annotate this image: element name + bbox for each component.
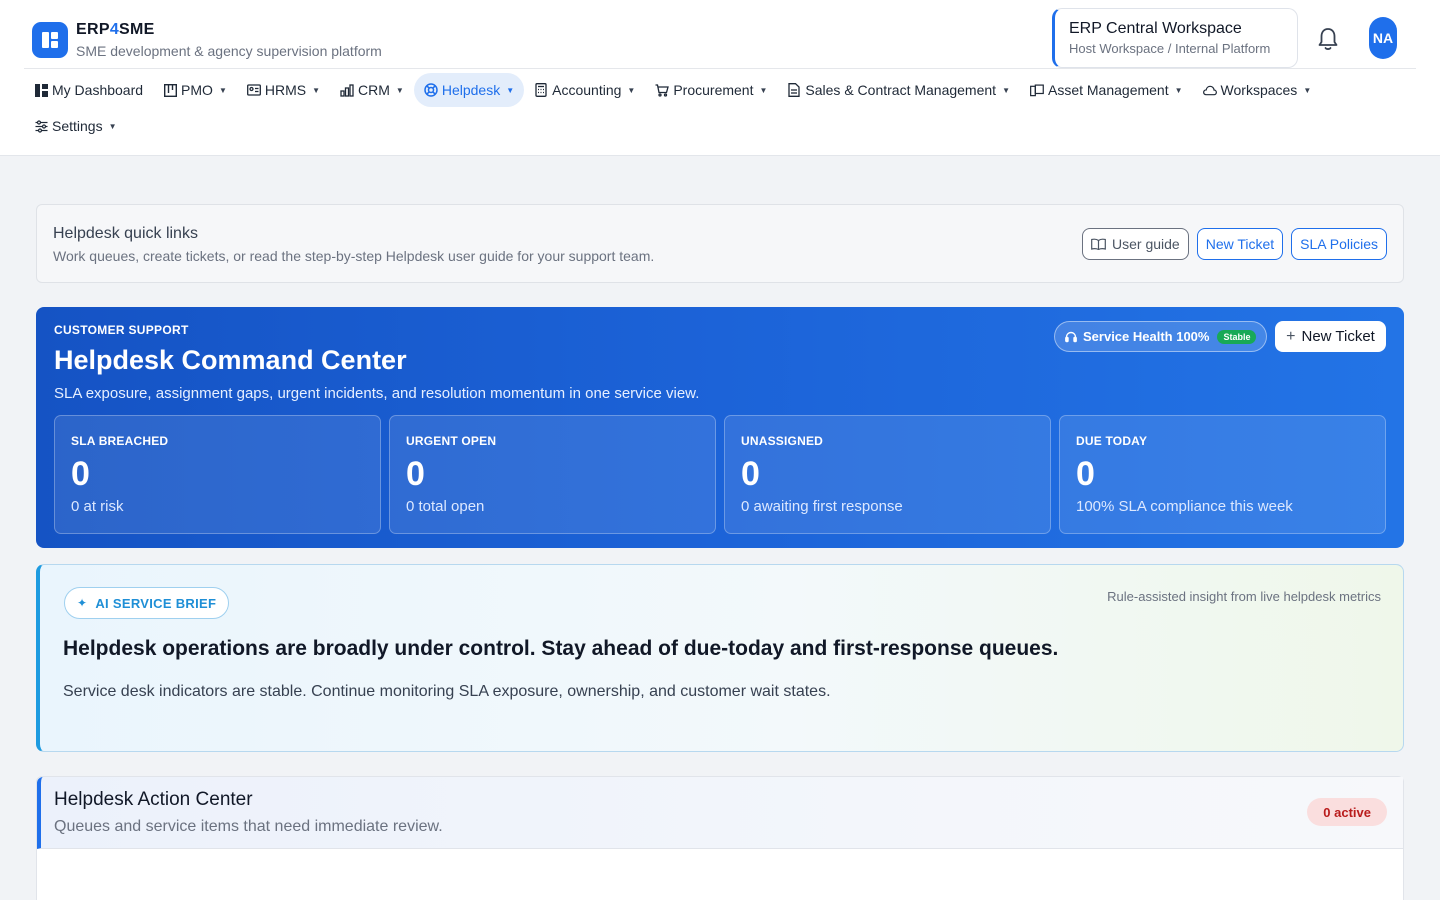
ai-brief-text: Service desk indicators are stable. Cont…: [63, 683, 831, 700]
user-avatar[interactable]: NA: [1369, 17, 1397, 59]
nav-item-hrms[interactable]: HRMS ▼: [237, 73, 330, 107]
action-center-subtitle: Queues and service items that need immed…: [54, 818, 443, 835]
action-center-title: Helpdesk Action Center: [54, 789, 253, 810]
lifebuoy-icon: [424, 83, 438, 97]
plus-icon: +: [1286, 327, 1296, 345]
workspace-switcher[interactable]: ERP Central Workspace Host Workspace / I…: [1052, 8, 1298, 68]
nav-item-accounting[interactable]: Accounting ▼: [524, 73, 645, 107]
kanban-icon: [163, 83, 177, 97]
headset-icon: [1065, 331, 1077, 343]
chevron-down-icon: ▼: [395, 85, 404, 95]
sla-policies-button[interactable]: SLA Policies: [1291, 228, 1387, 260]
command-center-title: Helpdesk Command Center: [54, 345, 407, 375]
user-guide-button[interactable]: User guide: [1082, 228, 1189, 260]
kpi-unassigned[interactable]: UNASSIGNED 0 0 awaiting first response: [724, 415, 1051, 534]
active-count-badge: 0 active: [1307, 798, 1387, 826]
service-health-label: Service Health 100%: [1083, 329, 1210, 344]
quick-new-ticket-button[interactable]: New Ticket: [1196, 228, 1284, 260]
nav-item-pmo[interactable]: PMO ▼: [153, 73, 237, 107]
header-divider: [24, 68, 1416, 69]
brand-name: ERP4SME: [76, 21, 155, 38]
book-icon: [1091, 238, 1106, 250]
dashboard-icon: [34, 83, 48, 97]
workspace-title: ERP Central Workspace: [1069, 20, 1242, 37]
sparkle-icon: ✦: [77, 596, 88, 610]
new-ticket-button[interactable]: + New Ticket: [1275, 321, 1386, 352]
action-center-header: Helpdesk Action Center Queues and servic…: [37, 777, 1403, 849]
main-nav: My Dashboard PMO ▼ HRMS ▼ CRM ▼ Helpdesk…: [24, 72, 1424, 144]
chevron-down-icon: ▼: [1303, 85, 1312, 95]
nav-item-settings[interactable]: Settings ▼: [24, 109, 127, 143]
chevron-down-icon: ▼: [218, 85, 227, 95]
helpdesk-action-center: Helpdesk Action Center Queues and servic…: [36, 776, 1404, 900]
devices-icon: [1030, 83, 1044, 97]
nav-item-asset-management[interactable]: Asset Management ▼: [1020, 73, 1193, 107]
chevron-down-icon: ▼: [1174, 85, 1183, 95]
nav-item-workspaces[interactable]: Workspaces ▼: [1193, 73, 1322, 107]
command-center-eyebrow: CUSTOMER SUPPORT: [54, 323, 189, 337]
ai-service-brief-chip: ✦ AI SERVICE BRIEF: [64, 587, 230, 619]
brand[interactable]: ERP4SME SME development & agency supervi…: [32, 20, 382, 60]
ai-brief-headline: Helpdesk operations are broadly under co…: [63, 637, 1059, 660]
workspace-subtitle: Host Workspace / Internal Platform: [1069, 41, 1271, 56]
kpi-due-today[interactable]: DUE TODAY 0 100% SLA compliance this wee…: [1059, 415, 1386, 534]
notification-bell-icon[interactable]: [1316, 26, 1340, 52]
ai-service-brief: ✦ AI SERVICE BRIEF Rule-assisted insight…: [36, 564, 1404, 752]
document-icon: [787, 83, 801, 97]
nav-item-helpdesk[interactable]: Helpdesk ▼: [413, 73, 525, 107]
chevron-down-icon: ▼: [627, 85, 636, 95]
nav-item-procurement[interactable]: Procurement ▼: [645, 73, 777, 107]
cart-icon: [655, 83, 670, 97]
stable-status-badge: Stable: [1217, 329, 1257, 344]
nav-item-sales-contract[interactable]: Sales & Contract Management ▼: [777, 73, 1020, 107]
calculator-icon: [534, 83, 548, 97]
brand-subtitle: SME development & agency supervision pla…: [76, 43, 382, 59]
quick-links-title: Helpdesk quick links: [53, 225, 198, 242]
helpdesk-quick-links: Helpdesk quick links Work queues, create…: [36, 204, 1404, 283]
nav-item-crm[interactable]: CRM ▼: [330, 73, 414, 107]
chevron-down-icon: ▼: [1002, 85, 1010, 95]
cloud-icon: [1202, 83, 1217, 97]
command-center-subtitle: SLA exposure, assignment gaps, urgent in…: [54, 385, 700, 402]
bar-chart-icon: [340, 83, 354, 97]
helpdesk-command-center: CUSTOMER SUPPORT Helpdesk Command Center…: [36, 307, 1404, 548]
quick-links-subtitle: Work queues, create tickets, or read the…: [53, 248, 655, 264]
brand-logo-icon: [32, 22, 68, 58]
chevron-down-icon: ▼: [506, 85, 515, 95]
sliders-icon: [34, 119, 48, 133]
top-header: ERP4SME SME development & agency supervi…: [0, 0, 1440, 156]
id-card-icon: [246, 83, 261, 97]
ai-brief-meta: Rule-assisted insight from live helpdesk…: [1107, 589, 1381, 604]
kpi-urgent-open[interactable]: URGENT OPEN 0 0 total open: [389, 415, 716, 534]
chevron-down-icon: ▼: [312, 85, 321, 95]
chevron-down-icon: ▼: [759, 85, 768, 95]
kpi-sla-breached[interactable]: SLA BREACHED 0 0 at risk: [54, 415, 381, 534]
chevron-down-icon: ▼: [108, 121, 117, 131]
nav-item-my-dashboard[interactable]: My Dashboard: [24, 73, 153, 107]
service-health-badge: Service Health 100% Stable: [1054, 321, 1268, 352]
